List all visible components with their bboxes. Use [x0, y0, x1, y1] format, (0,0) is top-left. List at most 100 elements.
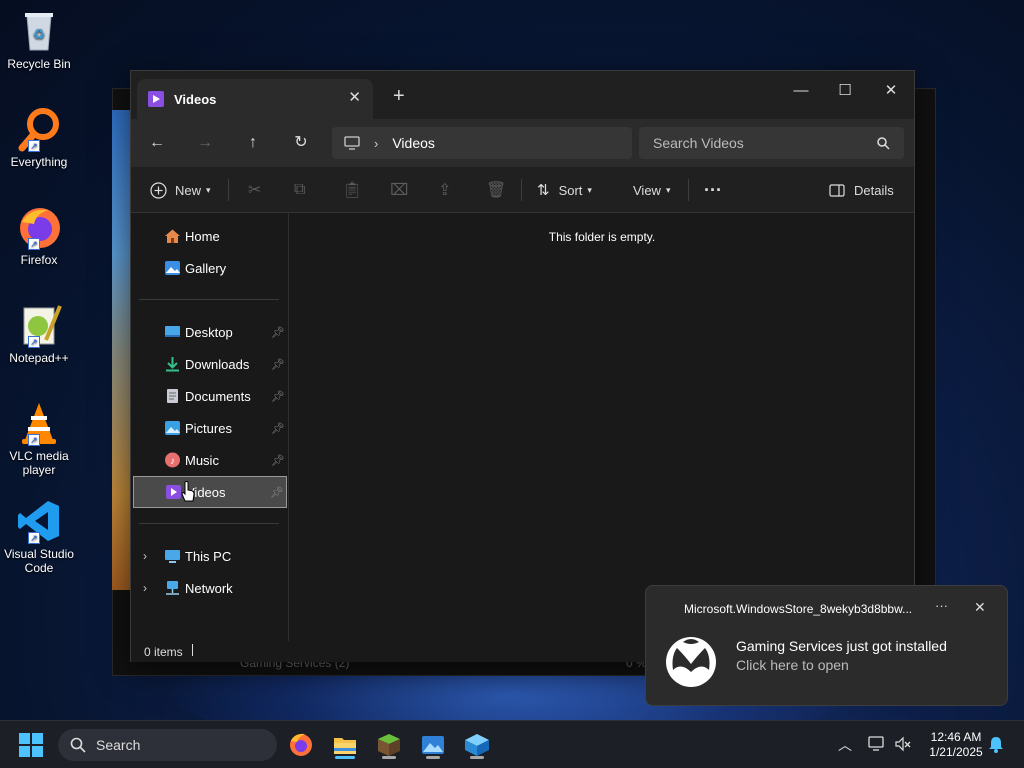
search-icon	[877, 136, 890, 150]
pin-icon[interactable]: 📌︎	[271, 422, 285, 435]
hand-cursor-icon	[181, 481, 195, 502]
magnifier-icon: ↗	[16, 106, 62, 152]
tab-videos[interactable]: Videos ✕	[137, 79, 373, 119]
gallery-icon	[165, 261, 180, 275]
pin-icon[interactable]: 📌︎	[271, 390, 285, 403]
document-icon	[167, 389, 178, 403]
desktop-folder-icon	[165, 326, 180, 337]
pin-icon[interactable]: 📌︎	[271, 358, 285, 371]
pin-icon[interactable]: 📌︎	[271, 326, 285, 339]
system-clock[interactable]: 12:46 AM 1/21/2025	[920, 730, 992, 760]
command-bar: New ▾ ✂ ⧉ 📋︎ ⌧ ⇪ 🗑︎ ⇅ Sort ▾ View ▾ ··· …	[131, 167, 914, 213]
sidebar-item-desktop[interactable]: Desktop 📌︎	[133, 317, 287, 347]
chevron-up-icon[interactable]: ︿	[838, 735, 852, 755]
sidebar-item-pictures[interactable]: Pictures 📌︎	[133, 413, 287, 443]
address-bar[interactable]: › Videos	[332, 127, 632, 159]
windows-start-icon[interactable]	[19, 733, 43, 757]
status-divider	[192, 644, 193, 656]
copy-icon[interactable]: ⧉	[294, 175, 305, 205]
pin-icon[interactable]: 📌︎	[271, 454, 285, 467]
shortcut-arrow-icon: ↗	[28, 532, 40, 544]
recycle-bin-icon: ♻	[16, 8, 62, 54]
desktop-icon-label: Recycle Bin	[7, 57, 71, 71]
vlc-cone-icon: ↗	[16, 400, 62, 446]
notification-bell-icon[interactable]	[988, 736, 1004, 753]
toast-subtitle: Click here to open	[736, 657, 849, 673]
empty-folder-message: This folder is empty.	[548, 230, 656, 244]
desktop-icon-everything[interactable]: ↗ Everything	[2, 106, 76, 169]
more-options-icon[interactable]: ···	[704, 175, 722, 205]
share-icon[interactable]: ⇪	[438, 175, 451, 205]
taskbar-firefox[interactable]	[285, 729, 317, 761]
new-button[interactable]: New ▾	[150, 175, 211, 205]
shortcut-arrow-icon: ↗	[28, 434, 40, 446]
desktop-icon-label: VLC media player	[9, 449, 69, 477]
sidebar-item-network[interactable]: › Network	[133, 573, 287, 603]
desktop-icon-vscode[interactable]: ↗ Visual Studio Code	[2, 498, 76, 575]
chevron-down-icon: ▾	[206, 184, 211, 195]
taskbar-search-box[interactable]: Search	[58, 729, 277, 761]
chevron-right-icon[interactable]: ›	[143, 549, 147, 563]
svg-text:♪: ♪	[170, 456, 175, 467]
sidebar-item-gallery[interactable]: Gallery	[133, 253, 287, 283]
sort-arrows-icon: ⇅	[537, 182, 550, 199]
plus-circle-icon	[150, 181, 167, 199]
navigation-bar: ← → ↑ ↻ › Videos	[131, 119, 914, 167]
toast-notification[interactable]: Microsoft.WindowsStore_8wekyb3d8bbw... ·…	[645, 585, 1008, 706]
svg-text:♻: ♻	[33, 26, 46, 42]
sidebar-item-this-pc[interactable]: › This PC	[133, 541, 287, 571]
download-icon	[166, 357, 179, 372]
chevron-right-icon[interactable]: ›	[143, 581, 147, 595]
sidebar-divider	[139, 523, 279, 524]
pin-icon[interactable]: 📌︎	[270, 486, 284, 499]
delete-icon[interactable]: 🗑︎	[486, 175, 506, 205]
network-status-icon[interactable]	[868, 736, 886, 752]
tab-title: Videos	[174, 91, 217, 107]
desktop-icon-recycle-bin[interactable]: ♻ Recycle Bin	[2, 8, 76, 71]
sidebar-item-videos[interactable]: Videos 📌︎	[133, 476, 287, 508]
rename-icon[interactable]: ⌧	[390, 175, 408, 205]
taskbar-sandbox-app[interactable]	[461, 729, 493, 761]
toast-title: Gaming Services just got installed	[736, 638, 947, 654]
background-image-strip	[112, 110, 132, 590]
vscode-icon: ↗	[16, 498, 62, 544]
notepad-icon: ↗	[16, 302, 62, 348]
toast-app-name: Microsoft.WindowsStore_8wekyb3d8bbw...	[684, 602, 913, 616]
desktop-icon-label: Visual Studio Code	[4, 547, 74, 575]
navigation-pane: Home Gallery Desktop 📌︎ Downloads 📌︎ Doc…	[131, 213, 289, 641]
toolbar-divider	[521, 179, 522, 201]
chevron-down-icon: ▾	[587, 184, 592, 195]
tab-close-icon[interactable]: ✕	[348, 88, 361, 106]
sidebar-item-downloads[interactable]: Downloads 📌︎	[133, 349, 287, 379]
taskbar-file-explorer[interactable]	[329, 729, 361, 761]
paste-icon[interactable]: 📋︎	[342, 175, 362, 205]
toast-close-icon[interactable]: ✕	[974, 599, 986, 616]
sidebar-item-home[interactable]: Home	[133, 221, 287, 251]
maximize-icon[interactable]: ☐	[825, 77, 865, 105]
minimize-icon[interactable]: —	[781, 77, 821, 105]
volume-muted-icon[interactable]	[894, 736, 912, 752]
desktop-icon-vlc[interactable]: ↗ VLC media player	[2, 400, 76, 477]
firefox-icon	[290, 733, 312, 756]
taskbar-photos-app[interactable]	[417, 729, 449, 761]
sidebar-item-music[interactable]: ♪ Music 📌︎	[133, 445, 287, 475]
file-list-area[interactable]: This folder is empty.	[289, 213, 915, 641]
desktop-icon-notepadpp[interactable]: ↗ Notepad++	[2, 302, 76, 365]
home-icon	[165, 229, 180, 243]
sort-button[interactable]: ⇅ Sort ▾	[537, 175, 592, 205]
close-icon[interactable]: ✕	[871, 77, 911, 105]
desktop-icon-firefox[interactable]: ↗ Firefox	[2, 204, 76, 267]
new-tab-icon[interactable]: +	[393, 85, 405, 108]
toast-more-icon[interactable]: ···	[935, 598, 948, 613]
search-box[interactable]	[639, 127, 904, 159]
cut-icon[interactable]: ✂	[248, 175, 261, 205]
view-button[interactable]: View ▾	[633, 175, 670, 205]
network-icon	[166, 581, 179, 595]
breadcrumb-videos[interactable]: Videos	[392, 135, 435, 151]
taskbar-minecraft[interactable]	[373, 729, 405, 761]
details-button[interactable]: Details	[829, 175, 894, 205]
details-pane-icon	[829, 183, 845, 197]
videos-folder-icon	[166, 485, 181, 499]
search-input[interactable]	[653, 135, 853, 151]
sidebar-item-documents[interactable]: Documents 📌︎	[133, 381, 287, 411]
